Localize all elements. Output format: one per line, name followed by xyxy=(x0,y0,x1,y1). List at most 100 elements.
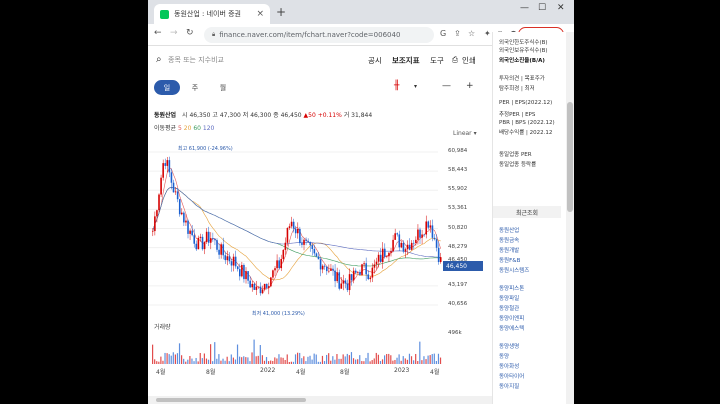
candle-body xyxy=(377,254,380,262)
candle-body xyxy=(437,247,440,263)
print-button[interactable]: 인쇄 xyxy=(462,55,476,66)
candle-body xyxy=(340,283,343,289)
vertical-scrollbar[interactable] xyxy=(566,32,574,404)
recent-stock-link[interactable]: 동아화성 xyxy=(499,362,519,370)
candle-body xyxy=(249,280,251,288)
volume-bar xyxy=(398,354,400,364)
volume-bar xyxy=(156,361,158,364)
notice-button[interactable]: 공시 xyxy=(368,55,382,66)
recent-stock-link[interactable]: 동아지질 xyxy=(499,382,519,390)
price-chart[interactable] xyxy=(148,140,448,366)
tools-button[interactable]: 도구 xyxy=(430,55,444,66)
scale-select[interactable]: Linear ▾ xyxy=(453,130,477,137)
bookmark-star-icon[interactable]: ☆ xyxy=(468,29,475,38)
horizontal-scrollbar[interactable] xyxy=(148,396,492,404)
recent-stock-link[interactable]: 동양피스톤 xyxy=(499,284,524,292)
volume-bar xyxy=(249,361,251,364)
candle-body xyxy=(178,199,181,215)
info-row: 투자의견 | 목표주가 xyxy=(499,76,545,82)
right-info-panel: 외국인한도주식수(B) 외국인보유주식수(B) 외국인소진율(B/A) 투자의견 | … xyxy=(492,32,574,404)
close-window-icon[interactable]: ✕ xyxy=(557,3,565,13)
volume-bar xyxy=(396,357,398,364)
period-week-tab[interactable]: 주 xyxy=(182,80,208,95)
volume-bar xyxy=(361,361,363,364)
url-field[interactable]: 🔒︎ finance.naver.com/item/fchart.naver?c… xyxy=(204,27,434,43)
chevron-down-icon[interactable]: ▾ xyxy=(414,83,417,90)
tab-close-icon[interactable]: × xyxy=(256,9,264,19)
volume-bar xyxy=(303,356,305,364)
tab-title: 동원산업 : 네이버 증권 xyxy=(174,10,241,18)
google-icon[interactable]: G xyxy=(440,29,446,38)
zoom-in-icon[interactable]: + xyxy=(466,81,474,91)
candle-type-icon[interactable]: ╫ xyxy=(394,81,399,91)
recent-stock-link[interactable]: 동원개발 xyxy=(499,246,519,254)
volume-bar xyxy=(220,360,222,364)
vscroll-thumb[interactable] xyxy=(567,102,573,212)
zoom-out-icon[interactable]: — xyxy=(442,81,451,91)
stock-search-input[interactable]: 종목 또는 지수비교 xyxy=(168,55,224,65)
price-tick-label: 48,279 xyxy=(448,243,468,250)
volume-bar xyxy=(439,357,442,364)
recent-header[interactable]: 최근조회 xyxy=(493,206,561,218)
volume-bar xyxy=(328,353,330,364)
share-icon[interactable]: ⇪ xyxy=(454,29,461,38)
candle-body xyxy=(193,235,196,244)
candle-body xyxy=(435,239,438,248)
recent-stock-link[interactable]: 동양에스텍 xyxy=(499,324,524,332)
recent-stock-link[interactable]: 동원F&B xyxy=(499,256,520,264)
volume-bar xyxy=(429,355,431,364)
indicator-button[interactable]: 보조지표 xyxy=(392,55,420,66)
recent-stock-link[interactable]: 동원시스템즈 xyxy=(499,266,529,274)
period-day-tab[interactable]: 일 xyxy=(154,80,180,95)
period-month-tab[interactable]: 월 xyxy=(210,80,236,95)
volume-bar xyxy=(313,353,315,364)
candle-body xyxy=(288,226,291,228)
volume-bar xyxy=(272,360,274,364)
moving-average-legend[interactable]: 이동평균 5 20 60 120 xyxy=(154,123,214,132)
candle-body xyxy=(292,221,295,229)
volume-bar xyxy=(299,352,301,364)
volume-bar xyxy=(276,358,278,364)
reload-icon[interactable]: ↻ xyxy=(186,28,194,38)
candle-body xyxy=(205,231,208,243)
time-tick-label: 2022 xyxy=(260,367,276,374)
candle-body xyxy=(334,270,336,282)
browser-tab[interactable]: 동원산업 : 네이버 증권 × xyxy=(154,4,270,24)
recent-stock-link[interactable]: 동양 xyxy=(499,352,509,360)
close-value: 46,450 xyxy=(280,112,302,119)
recent-stock-link[interactable]: 동원산업 xyxy=(499,226,519,234)
extensions-icon[interactable]: ✦ xyxy=(484,29,491,38)
candle-body xyxy=(421,234,423,238)
minimize-icon[interactable]: — xyxy=(520,3,529,13)
recent-stock-link[interactable]: 동양생명 xyxy=(499,342,519,350)
tab-bar: 동원산업 : 네이버 증권 × + — ☐ ✕ xyxy=(148,0,574,24)
maximize-icon[interactable]: ☐ xyxy=(538,3,546,13)
recent-stock-link[interactable]: 동원금속 xyxy=(499,236,519,244)
candle-body xyxy=(218,249,220,255)
price-tick-label: 50,820 xyxy=(448,224,468,231)
url-text: finance.naver.com/item/fchart.naver?code… xyxy=(219,31,401,39)
recent-stock-link[interactable]: 동양철관 xyxy=(499,304,519,312)
new-tab-icon[interactable]: + xyxy=(276,5,286,19)
search-icon[interactable]: ⌕ xyxy=(156,54,162,65)
forward-icon[interactable]: → xyxy=(170,28,178,38)
recent-stock-link[interactable]: 동양파일 xyxy=(499,294,519,302)
candle-body xyxy=(357,271,359,273)
back-icon[interactable]: ← xyxy=(154,28,162,38)
volume-bar xyxy=(172,352,174,364)
scroll-thumb[interactable] xyxy=(156,398,306,402)
volume-bar xyxy=(350,352,353,364)
candle-body xyxy=(350,274,353,281)
volume-bar xyxy=(359,355,361,364)
volume-bar xyxy=(288,361,290,364)
print-icon[interactable]: ⎙ xyxy=(452,55,458,65)
ma-20: 20 xyxy=(183,125,192,132)
candle-body xyxy=(326,266,328,272)
browser-window: 동원산업 : 네이버 증권 × + — ☐ ✕ ← → ↻ 🔒︎ finance… xyxy=(148,0,574,404)
recent-stock-link[interactable]: 동양이엔피 xyxy=(499,314,524,322)
recent-stock-link[interactable]: 동아타이어 xyxy=(499,372,524,380)
candle-body xyxy=(230,261,233,266)
volume-bar xyxy=(226,356,228,364)
candle-body xyxy=(261,289,264,294)
volume-bar xyxy=(326,354,328,364)
